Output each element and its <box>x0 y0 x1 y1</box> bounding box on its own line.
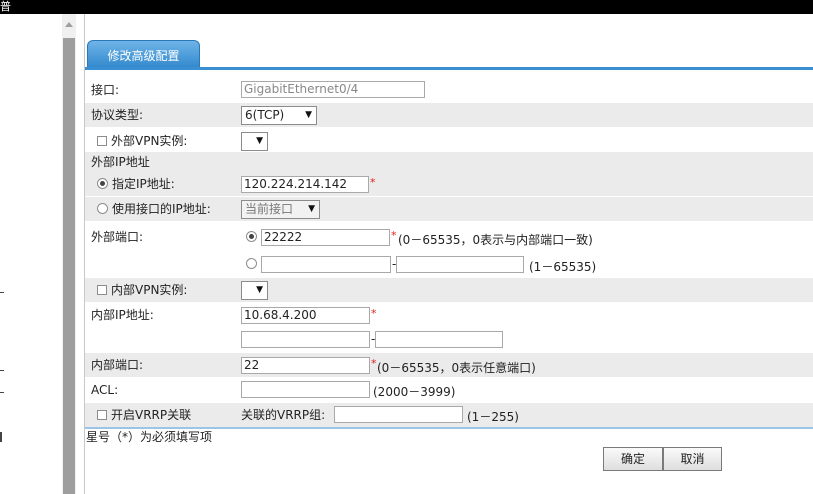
protocol-label: 协议类型: <box>91 108 144 122</box>
external-ip-section-label: 外部IP地址 <box>91 155 150 169</box>
interface-ip-value: 当前接口 <box>245 202 294 216</box>
external-port-range-hint: (1－65535) <box>529 260 597 274</box>
internal-port-input[interactable]: 22 <box>241 357 370 374</box>
interface-row: 接口: GigabitEthernet0/4 <box>85 78 813 102</box>
acl-row: ACL: (2000－3999) <box>85 378 813 402</box>
protocol-value: 6(TCP) <box>245 108 285 122</box>
internal-vpn-select[interactable]: ▼ <box>241 281 268 300</box>
external-vpn-row: 外部VPN实例: ▼ <box>85 129 813 153</box>
cancel-button[interactable]: 取消 <box>663 447 722 471</box>
chevron-down-icon: ▼ <box>256 136 263 146</box>
interface-ip-select: 当前接口 ▼ <box>241 200 320 219</box>
chevron-down-icon: ▼ <box>256 285 263 295</box>
internal-vpn-label: 内部VPN实例: <box>111 283 188 297</box>
internal-ip-range-end[interactable] <box>375 331 503 348</box>
internal-vpn-checkbox[interactable] <box>97 285 107 295</box>
specified-ip-label: 指定IP地址: <box>112 177 175 191</box>
external-port-range-start[interactable] <box>261 256 391 273</box>
vrrp-label: 开启VRRP关联 <box>111 408 192 422</box>
protocol-select[interactable]: 6(TCP) ▼ <box>241 106 317 125</box>
internal-ip-range-row: - <box>85 328 813 352</box>
external-vpn-label: 外部VPN实例: <box>111 134 188 148</box>
scrollbar-thumb[interactable] <box>63 38 75 494</box>
internal-port-hint: (0－65535，0表示任意端口) <box>377 361 536 375</box>
external-port-range-row: - (1－65535) <box>85 252 813 276</box>
external-port-range-end[interactable] <box>396 256 524 273</box>
acl-label: ACL: <box>91 383 119 397</box>
external-ip-section-row: 外部IP地址 <box>85 152 813 172</box>
chevron-down-icon: ▼ <box>308 204 315 214</box>
external-port-row: 外部端口: 22222 * (0－65535，0表示与内部端口一致) <box>85 225 813 249</box>
form-bottom-border <box>85 427 813 429</box>
external-port-single-radio[interactable] <box>246 231 257 242</box>
specified-ip-row: 指定IP地址: 120.224.214.142 * <box>85 172 813 196</box>
external-port-input[interactable]: 22222 <box>261 229 390 246</box>
nav-marker <box>0 292 4 293</box>
specified-ip-radio[interactable] <box>97 178 108 189</box>
external-vpn-select[interactable]: ▼ <box>241 132 268 151</box>
interface-ip-row: 使用接口的IP地址: 当前接口 ▼ <box>85 197 813 221</box>
nav-marker <box>0 432 2 442</box>
internal-ip-range-start[interactable] <box>241 331 370 348</box>
external-port-label: 外部端口: <box>91 230 144 244</box>
internal-vpn-row: 内部VPN实例: ▼ <box>85 278 813 302</box>
interface-ip-label: 使用接口的IP地址: <box>112 202 211 216</box>
interface-label: 接口: <box>91 83 120 97</box>
required-mark: * <box>371 307 377 320</box>
internal-ip-row: 内部IP地址: 10.68.4.200 * <box>85 303 813 327</box>
protocol-row: 协议类型: 6(TCP) ▼ <box>85 103 813 127</box>
required-mark: * <box>370 176 376 189</box>
required-mark: * <box>371 357 377 370</box>
navigation-pane <box>0 14 62 494</box>
scrollbar[interactable] <box>62 14 76 494</box>
chevron-down-icon: ▼ <box>305 110 312 120</box>
external-vpn-checkbox[interactable] <box>97 136 107 146</box>
tab-advanced-config[interactable]: 修改高级配置 <box>87 40 200 69</box>
scroll-up-icon[interactable] <box>65 22 73 27</box>
acl-hint: (2000－3999) <box>373 385 456 399</box>
vrrp-hint: (1－255) <box>467 410 519 424</box>
title-bar: 普 <box>0 0 813 14</box>
internal-port-label: 内部端口: <box>91 358 144 372</box>
external-port-range-radio[interactable] <box>246 258 257 269</box>
vrrp-row: 开启VRRP关联 关联的VRRP组: (1－255) <box>85 403 813 427</box>
title-glyph: 普 <box>0 0 11 13</box>
vrrp-checkbox[interactable] <box>97 410 107 420</box>
nav-marker <box>0 392 4 393</box>
vrrp-group-input[interactable] <box>334 406 463 423</box>
specified-ip-input[interactable]: 120.224.214.142 <box>241 176 369 193</box>
vrrp-group-label: 关联的VRRP组: <box>241 408 326 422</box>
internal-ip-label: 内部IP地址: <box>91 308 154 322</box>
interface-field: GigabitEthernet0/4 <box>241 81 425 98</box>
external-port-hint: (0－65535，0表示与内部端口一致) <box>398 233 593 247</box>
ok-button[interactable]: 确定 <box>603 447 663 471</box>
tab-underline <box>85 67 813 70</box>
nav-marker <box>0 370 4 371</box>
acl-input[interactable] <box>241 381 370 398</box>
internal-port-row: 内部端口: 22 * (0－65535，0表示任意端口) <box>85 353 813 377</box>
internal-ip-input[interactable]: 10.68.4.200 <box>241 307 370 324</box>
required-mark: * <box>391 229 397 242</box>
required-note: 星号（*）为必须填写项 <box>86 430 213 444</box>
interface-ip-radio[interactable] <box>97 203 108 214</box>
